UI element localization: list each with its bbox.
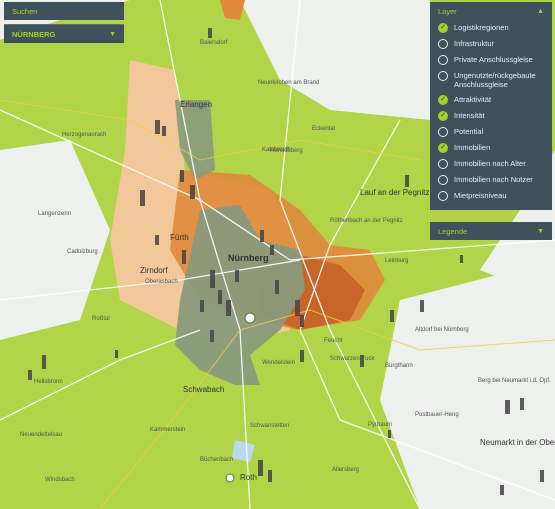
layer-panel: Layer ▲ ✓ Logistikregionen Infrastruktur Pr… (430, 2, 552, 210)
layer-item-label: Logistikregionen (454, 23, 509, 32)
search-label: Suchen (12, 6, 38, 16)
layer-list: ✓ Logistikregionen Infrastruktur Private An… (430, 20, 552, 204)
region-select[interactable]: NÜRNBERG ▼ (4, 24, 124, 43)
layer-item-label: Private Anschlussgleise (454, 55, 533, 64)
label-postbauer: Postbauer-Heng (415, 412, 459, 418)
label-roth: Roth (240, 473, 257, 482)
checkbox-checked-icon[interactable]: ✓ (438, 143, 448, 153)
label-schwanstetten: Schwanstetten (250, 423, 290, 429)
search-header[interactable]: Suchen (4, 2, 124, 20)
label-berg: Berg bei Neumarkt i.d. Opf. (478, 378, 551, 384)
layer-item[interactable]: Mietpreisniveau (430, 188, 552, 204)
legend-title: Legende (438, 226, 468, 236)
label-burgthann: Burgthann (385, 363, 413, 369)
label-schwabach: Schwabach (183, 385, 225, 394)
label-herzogenaurach: Herzogenaurach (62, 132, 107, 138)
layer-item[interactable]: Private Anschlussgleise (430, 52, 552, 68)
layer-item[interactable]: Immobilien nach Alter (430, 156, 552, 172)
checkbox-checked-icon[interactable]: ✓ (438, 95, 448, 105)
chevron-up-icon[interactable]: ▲ (537, 8, 544, 15)
chevron-down-icon[interactable]: ▼ (537, 228, 544, 235)
legend-panel[interactable]: Legende ▼ (430, 222, 552, 240)
label-kalchreuth: Kalchreuth (262, 147, 291, 153)
label-kammerstein: Kammerstein (150, 427, 186, 433)
layer-item[interactable]: Infrastruktur (430, 36, 552, 52)
checkbox-checked-icon[interactable]: ✓ (438, 111, 448, 121)
label-neuendettelsau: Neuendettelsau (20, 432, 63, 438)
label-windsbach: Windsbach (45, 477, 75, 483)
label-schwarzenbruck: Schwarzenbruck (330, 356, 375, 362)
label-zirndorf: Zirndorf (140, 266, 168, 275)
layer-item-label: Immobilien nach Nutzer (454, 175, 533, 184)
label-roethenbach: Röthenbach an der Pegnitz (330, 218, 403, 224)
checkbox-empty-icon[interactable] (438, 39, 448, 49)
region-select-value: NÜRNBERG (12, 29, 56, 39)
label-cadolzburg: Cadolzburg (67, 249, 98, 255)
checkbox-checked-icon[interactable]: ✓ (438, 23, 448, 33)
label-leinburg: Leinburg (385, 258, 409, 264)
label-altdorf: Altdorf bei Nürnberg (415, 327, 469, 333)
label-eckental: Eckental (312, 126, 336, 132)
layer-item-label: Immobilien (454, 143, 491, 152)
checkbox-empty-icon[interactable] (438, 175, 448, 185)
label-feucht: Feucht (324, 338, 343, 344)
label-rosstal: Roßtal (92, 316, 110, 322)
chevron-down-icon[interactable]: ▼ (109, 31, 116, 38)
layer-item-label: Ungenutzte/rückgebaute Anschlussgleise (454, 71, 536, 89)
checkbox-empty-icon[interactable] (438, 55, 448, 65)
checkbox-empty-icon[interactable] (438, 71, 448, 81)
search-panel: Suchen (4, 2, 124, 20)
label-langenzenn: Langenzenn (38, 211, 72, 217)
layer-header[interactable]: Layer ▲ (430, 2, 552, 20)
label-baiersdorf: Baiersdorf (200, 40, 228, 46)
label-allersberg: Allersberg (332, 467, 360, 473)
checkbox-empty-icon[interactable] (438, 127, 448, 137)
layer-item[interactable]: ✓ Attraktivität (430, 92, 552, 108)
layer-item[interactable]: Potential (430, 124, 552, 140)
label-pyrbaum: Pyrbaum (368, 422, 393, 428)
label-nuernberg: Nürnberg (228, 253, 269, 263)
layer-item-label: Intensität (454, 111, 485, 120)
label-oberasbach: Oberasbach (145, 279, 178, 285)
layer-item[interactable]: ✓ Immobilien (430, 140, 552, 156)
layer-item[interactable]: ✓ Logistikregionen (430, 20, 552, 36)
label-neunkirchen: Neunkirchen am Brand (258, 80, 320, 86)
label-wendelstein: Wendelstein (262, 360, 295, 366)
layer-item[interactable]: ✓ Intensität (430, 108, 552, 124)
label-heilsbronn: Heilsbronn (34, 379, 63, 385)
layer-item[interactable]: Ungenutzte/rückgebaute Anschlussgleise (430, 68, 552, 92)
label-neumarkt: Neumarkt in der Oberpfalz (480, 438, 555, 447)
layer-item[interactable]: Immobilien nach Nutzer (430, 172, 552, 188)
layer-title: Layer (438, 6, 457, 16)
layer-item-label: Potential (454, 127, 484, 136)
checkbox-empty-icon[interactable] (438, 191, 448, 201)
label-buechenbach: Büchenbach (200, 457, 234, 463)
layer-item-label: Immobilien nach Alter (454, 159, 526, 168)
label-erlangen: Erlangen (180, 100, 213, 109)
label-lauf: Lauf an der Pegnitz (360, 188, 430, 197)
checkbox-empty-icon[interactable] (438, 159, 448, 169)
layer-item-label: Mietpreisniveau (454, 191, 507, 200)
layer-item-label: Attraktivität (454, 95, 492, 104)
layer-item-label: Infrastruktur (454, 39, 495, 48)
label-fuerth: Fürth (170, 233, 189, 242)
